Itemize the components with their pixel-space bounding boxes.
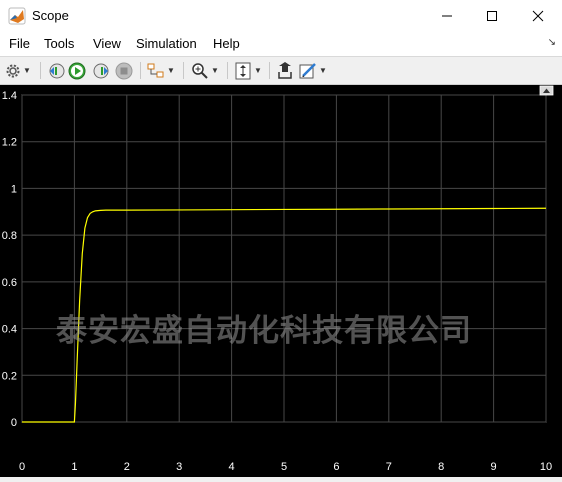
gear-icon <box>6 64 20 77</box>
y-tick-label: 1 <box>11 183 17 195</box>
maximize-button[interactable] <box>469 0 515 32</box>
dropdown-arrow-icon[interactable]: ▼ <box>23 66 31 75</box>
close-icon <box>532 10 544 22</box>
restore-layout-button[interactable] <box>276 61 294 80</box>
x-tick-label: 5 <box>281 461 287 473</box>
close-button[interactable] <box>515 0 561 32</box>
y-tick-label: 0.6 <box>2 277 17 289</box>
x-tick-label: 3 <box>176 461 182 473</box>
toolbar: ▼ ▼ ▼ ▼ ▼ <box>0 57 562 85</box>
toolbar-separator <box>269 62 270 79</box>
x-tick-label: 0 <box>19 461 25 473</box>
stop-button[interactable] <box>115 61 133 80</box>
menu-view[interactable]: View <box>93 36 121 51</box>
x-tick-label: 6 <box>333 461 339 473</box>
x-tick-label: 2 <box>124 461 130 473</box>
toolbar-separator <box>140 62 141 79</box>
menu-help[interactable]: Help <box>213 36 240 51</box>
dropdown-arrow-icon[interactable]: ▼ <box>254 66 262 75</box>
toolbar-separator <box>183 62 184 79</box>
x-tick-label: 4 <box>229 461 235 473</box>
stop-icon <box>115 62 133 79</box>
scale-y-axis-icon <box>235 62 251 79</box>
x-tick-label: 1 <box>71 461 77 473</box>
step-forward-button[interactable] <box>93 61 111 80</box>
menu-simulation[interactable]: Simulation <box>136 36 197 51</box>
matlab-logo-icon <box>8 7 26 25</box>
zoom-button[interactable]: ▼ <box>191 61 219 80</box>
y-tick-label: 0.4 <box>2 324 17 336</box>
menu-bar: File Tools View Simulation Help ↘ <box>0 32 562 57</box>
step-back-icon <box>49 63 65 78</box>
title-bar: Scope <box>0 0 562 33</box>
run-icon <box>68 62 86 79</box>
run-button[interactable] <box>68 61 86 80</box>
y-tick-label: 1.4 <box>2 90 17 102</box>
menu-file[interactable]: File <box>9 36 30 51</box>
minimize-button[interactable] <box>424 0 470 32</box>
scale-axes-button[interactable]: ▼ <box>234 61 262 80</box>
x-tick-label: 10 <box>540 461 552 473</box>
highlight-block-button[interactable]: ▼ <box>147 61 175 80</box>
configuration-properties-button[interactable]: ▼ <box>5 61 31 80</box>
minimize-icon <box>442 15 452 17</box>
dropdown-arrow-icon[interactable]: ▼ <box>211 66 219 75</box>
y-tick-label: 0.2 <box>2 370 17 382</box>
x-tick-label: 8 <box>438 461 444 473</box>
step-forward-icon <box>93 63 109 78</box>
scope-chart[interactable]: 0 1 2 3 4 5 6 7 8 9 10 0 0.2 0.4 0.6 0.8 1 1.2 1.4 <box>0 85 562 477</box>
step-back-button[interactable] <box>47 61 65 80</box>
toolbar-separator <box>40 62 41 79</box>
maximize-icon <box>487 11 497 21</box>
y-tick-label: 0 <box>11 417 17 429</box>
restore-layout-icon <box>278 61 292 79</box>
watermark-text: 泰安宏盛自动化科技有限公司 <box>56 313 472 349</box>
x-tick-label: 7 <box>386 461 392 473</box>
x-tick-label: 9 <box>491 461 497 473</box>
plot-area: 0 1 2 3 4 5 6 7 8 9 10 0 0.2 0.4 0.6 0.8 1 1.2 1.4 泰安宏盛自动化… <box>0 85 562 477</box>
zoom-in-icon <box>192 62 208 79</box>
dock-arrow-icon[interactable]: ↘ <box>548 37 556 48</box>
toolbar-separator <box>227 62 228 79</box>
style-button[interactable]: ▼ <box>299 61 327 80</box>
style-brush-icon <box>299 62 316 78</box>
y-tick-label: 1.2 <box>2 137 17 149</box>
y-tick-label: 0.8 <box>2 230 17 242</box>
dropdown-arrow-icon[interactable]: ▼ <box>319 66 327 75</box>
dropdown-arrow-icon[interactable]: ▼ <box>167 66 175 75</box>
highlight-block-icon <box>147 63 164 77</box>
window-title: Scope <box>32 8 69 23</box>
menu-tools[interactable]: Tools <box>44 36 74 51</box>
